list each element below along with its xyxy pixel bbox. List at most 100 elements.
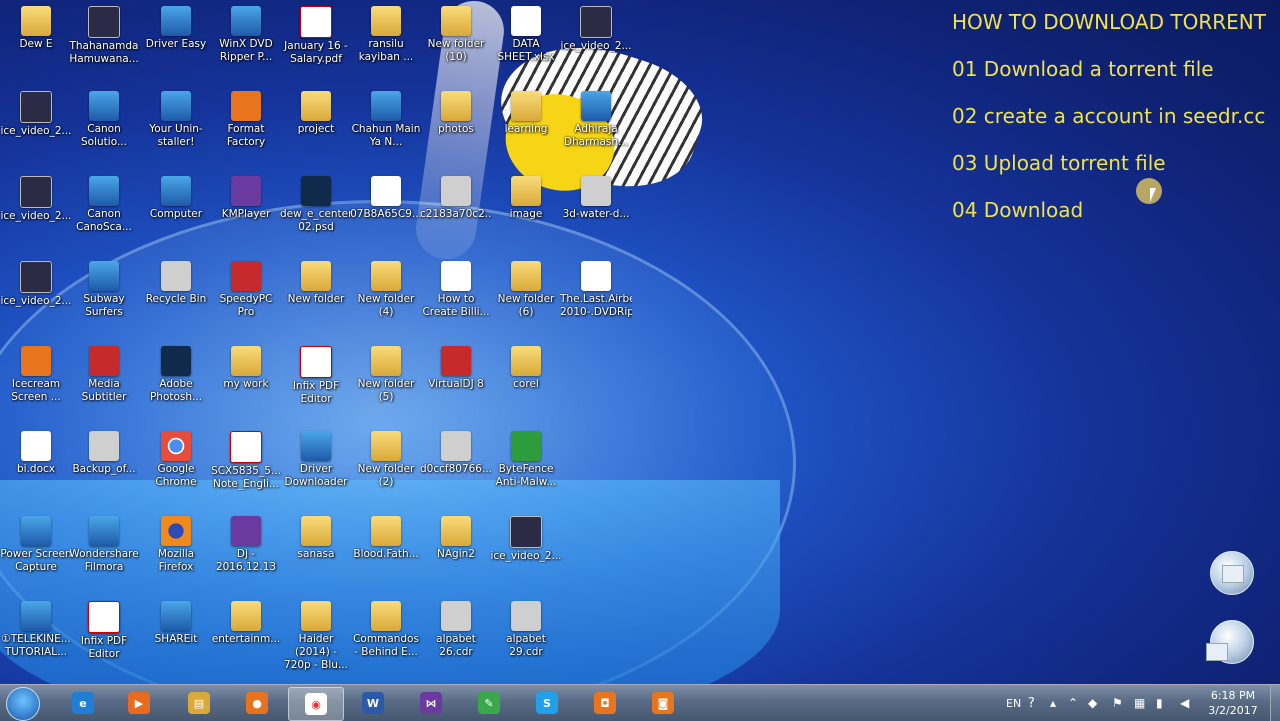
desktop-icon[interactable]: 07B8A65C9...: [350, 176, 422, 221]
desktop-icon[interactable]: Canon CanoSca...: [68, 176, 140, 234]
help-icon[interactable]: ?: [1028, 685, 1035, 721]
desktop-icon[interactable]: Driver Easy: [140, 6, 212, 51]
system-clock[interactable]: 6:18 PM 3/2/2017: [1200, 688, 1266, 718]
desktop-icon[interactable]: alpabet 29.cdr: [490, 601, 562, 659]
desktop-icon[interactable]: dew_e_center 02.psd: [280, 176, 352, 234]
flag-icon[interactable]: ⚑: [1112, 685, 1123, 721]
taskbar-media-player-button[interactable]: ▶: [112, 687, 166, 719]
desktop-icon[interactable]: ice_video_2...: [0, 176, 72, 223]
desktop-icon[interactable]: SCX5835_5... Note_Engli...: [210, 431, 282, 491]
desktop-icon-label: Adobe Photosh...: [149, 378, 203, 403]
desktop-icon[interactable]: entertainm...: [210, 601, 282, 646]
taskbar-word-button[interactable]: W: [346, 687, 400, 719]
taskbar-visual-studio-button[interactable]: ⋈: [404, 687, 458, 719]
desktop-icon[interactable]: Driver Downloader: [280, 431, 352, 489]
desktop-icon[interactable]: photos: [420, 91, 492, 136]
desktop-icon[interactable]: New folder (10): [420, 6, 492, 64]
desktop-icon[interactable]: Blood.Fath...: [350, 516, 422, 561]
desktop-icon[interactable]: ice_video_2...: [560, 6, 632, 53]
desktop-icon[interactable]: Adhiraja Dharmash...: [560, 91, 632, 149]
desktop-icon[interactable]: Canon Solutio...: [68, 91, 140, 149]
desktop-icon[interactable]: my work: [210, 346, 282, 391]
desktop-icon[interactable]: The.Last.Airbender-2010-.DVDRip.torrent: [560, 261, 632, 319]
desktop-icon[interactable]: Icecream Screen ...: [0, 346, 72, 404]
show-desktop-button[interactable]: [1270, 685, 1280, 721]
desktop-icon[interactable]: ice_video_2...: [490, 516, 562, 563]
desktop-icon[interactable]: SpeedyPC Pro: [210, 261, 282, 319]
desktop-icon[interactable]: New folder (6): [490, 261, 562, 319]
desktop-icon[interactable]: VirtualDJ 8: [420, 346, 492, 391]
desktop-icon[interactable]: How to Create Billi...: [420, 261, 492, 319]
desktop-icon[interactable]: NAgin2: [420, 516, 492, 561]
desktop-icon[interactable]: New folder: [280, 261, 352, 306]
desktop-icon[interactable]: Google Chrome: [140, 431, 212, 489]
taskbar-firefox-button[interactable]: ●: [230, 687, 284, 719]
desktop-icon[interactable]: Your Unin-staller!: [140, 91, 212, 149]
taskbar-camera-button[interactable]: ◙: [636, 687, 690, 719]
tray-app-icon[interactable]: ▦: [1134, 685, 1145, 721]
desktop-icon[interactable]: Power Screen Capture: [0, 516, 72, 574]
language-indicator[interactable]: EN: [1006, 685, 1021, 721]
desktop-icon[interactable]: alpabet 26.cdr: [420, 601, 492, 659]
tray-chevron-icon[interactable]: ⌃: [1068, 685, 1078, 721]
filmora-icon: ✎: [478, 692, 500, 714]
tray-app-icon[interactable]: ◆: [1088, 685, 1097, 721]
taskbar-skype-button[interactable]: S: [520, 687, 574, 719]
desktop-icon[interactable]: ice_video_2...: [0, 261, 72, 308]
desktop-icon[interactable]: ①TELEKINE... TUTORIAL...: [0, 601, 72, 659]
desktop-icon-label: Driver Downloader: [284, 463, 348, 488]
desktop-icon[interactable]: New folder (4): [350, 261, 422, 319]
desktop-icon[interactable]: Backup_of...: [68, 431, 140, 476]
desktop-icon[interactable]: Thahanamda Hamuwana...: [68, 6, 140, 66]
desktop-icon[interactable]: bi.docx: [0, 431, 72, 476]
desktop-icon[interactable]: Dew E: [0, 6, 72, 51]
desktop-icon[interactable]: Infix PDF Editor: [68, 601, 140, 661]
desktop-icon[interactable]: DATA SHEET.xlsx: [490, 6, 562, 64]
desktop-icon-label: Dj - 2016.12.13: [215, 548, 277, 573]
start-button[interactable]: [6, 687, 40, 721]
desktop-icon[interactable]: ByteFence Anti-Malw...: [490, 431, 562, 489]
desktop-icon[interactable]: d0ccf80766...: [420, 431, 492, 476]
taskbar-chrome-button[interactable]: ◉: [288, 687, 344, 721]
desktop-icon[interactable]: Recycle Bin: [140, 261, 212, 306]
folder-icon: [371, 261, 401, 291]
webm-icon: [20, 176, 52, 208]
taskbar-file-explorer-button[interactable]: ▤: [172, 687, 226, 719]
desktop-icon[interactable]: corel: [490, 346, 562, 391]
desktop-icon[interactable]: c2183a70c2...: [420, 176, 492, 221]
desktop-icon[interactable]: 3d-water-d...: [560, 176, 632, 221]
desktop-icon[interactable]: Infix PDF Editor: [280, 346, 352, 406]
desktop-icon-label: Driver Easy: [145, 38, 207, 50]
desktop-icon[interactable]: New folder (2): [350, 431, 422, 489]
desktop-icon[interactable]: project: [280, 91, 352, 136]
desktop-icon[interactable]: Haider (2014) - 720p - Blu...: [280, 601, 352, 672]
desktop-icon[interactable]: ransilu kayiban ...: [350, 6, 422, 64]
taskbar-filmora-button[interactable]: ✎: [462, 687, 516, 719]
desktop-icon[interactable]: Media Subtitler: [68, 346, 140, 404]
desktop-icon[interactable]: Computer: [140, 176, 212, 221]
desktop-icon[interactable]: KMPlayer: [210, 176, 282, 221]
media-subtitler-icon: [89, 346, 119, 376]
video-file-icon: [21, 601, 51, 631]
desktop-icon[interactable]: Mozilla Firefox: [140, 516, 212, 574]
desktop-icon[interactable]: WinX DVD Ripper P...: [210, 6, 282, 64]
taskbar-screen-recorder-button[interactable]: ◘: [578, 687, 632, 719]
desktop-icon[interactable]: Dj - 2016.12.13: [210, 516, 282, 574]
desktop-icon[interactable]: Subway Surfers: [68, 261, 140, 319]
volume-icon[interactable]: ◀: [1180, 685, 1189, 721]
desktop-icon[interactable]: Commandos - Behind E...: [350, 601, 422, 659]
desktop-icon[interactable]: Adobe Photosh...: [140, 346, 212, 404]
network-icon[interactable]: ▮: [1156, 685, 1163, 721]
desktop-icon[interactable]: Wondershare Filmora: [68, 516, 140, 574]
desktop-icon[interactable]: Format Factory: [210, 91, 282, 149]
notification-icon[interactable]: ▴: [1050, 685, 1056, 721]
desktop-icon[interactable]: January 16 -Salary.pdf: [280, 6, 352, 66]
desktop-icon[interactable]: sanasa: [280, 516, 352, 561]
desktop-icon[interactable]: ice_video_2...: [0, 91, 72, 138]
desktop-icon[interactable]: New folder (5): [350, 346, 422, 404]
desktop-icon[interactable]: SHAREit: [140, 601, 212, 646]
desktop-icon[interactable]: learning: [490, 91, 562, 136]
desktop-icon[interactable]: Chahun Main Ya N...: [350, 91, 422, 149]
desktop-icon[interactable]: image: [490, 176, 562, 221]
taskbar-internet-explorer-button[interactable]: e: [56, 687, 110, 719]
